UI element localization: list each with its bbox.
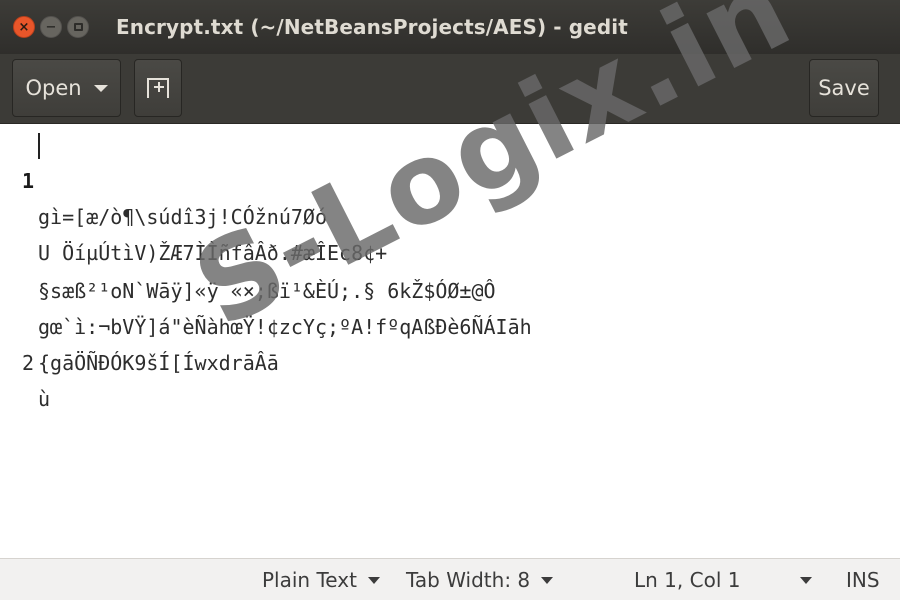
line-number: 2 [21,351,34,375]
editor-line[interactable]: {gāÖÑĐÓK9šÍ[ÍwxdrāÂā [0,273,900,375]
cursor-position: Ln 1, Col 1 [634,568,741,592]
tab-width-label: Tab Width: 8 [406,568,531,592]
editor-line[interactable]: §sæß²¹oN`Wāÿ]«ÿ «×;ßï¹&ÈÚ;.§ 6kŽ$ÓØ±@Ô [0,201,900,303]
line-text[interactable]: ù [38,381,50,417]
maximize-window-button[interactable] [67,16,89,38]
window-title: Encrypt.txt (~/NetBeansProjects/AES) - g… [116,15,628,39]
text-editor[interactable]: 1 gì=[æ/ò¶\súdî3j!CÓžnú7Øó U ÖíµÚtìV)ŽÆ7… [0,125,900,558]
text-cursor [38,133,40,159]
status-bar: Plain Text Tab Width: 8 Ln 1, Col 1 INS [0,558,900,600]
open-button-label: Open [25,76,82,100]
close-window-button[interactable]: × [13,16,35,38]
editor-line[interactable]: gœ`ì:¬bVŸ]á"èÑàhœŸ!¢zcYç;ºA!fºqAßÐè6ÑÁIā… [0,237,900,339]
editor-line[interactable]: 2 ù [0,309,900,411]
chevron-down-icon [541,576,554,584]
editor-line[interactable]: U ÖíµÚtìV)ŽÆ7ÌÌñfâÂð.#æÎEc8¢+ [0,163,900,265]
window-controls: × − [13,16,89,38]
new-document-button[interactable] [134,59,182,117]
title-bar: × − Encrypt.txt (~/NetBeansProjects/AES)… [0,0,900,54]
chevron-down-icon [93,84,108,92]
editor-line[interactable]: 1 gì=[æ/ò¶\súdî3j!CÓžnú7Øó [0,127,900,229]
maximize-icon [73,23,83,31]
language-label: Plain Text [262,568,357,592]
insert-mode-indicator[interactable]: INS [846,559,880,600]
save-button[interactable]: Save [809,59,879,117]
language-selector[interactable]: Plain Text [262,559,380,600]
minimize-icon: − [45,19,57,35]
chevron-down-icon [367,576,380,584]
open-button[interactable]: Open [12,59,121,117]
position-menu-button[interactable] [789,559,812,600]
close-icon: × [18,19,30,35]
new-tab-icon [147,78,169,98]
chevron-down-icon [800,576,812,584]
header-toolbar: Open Save [0,54,900,124]
minimize-window-button[interactable]: − [40,16,62,38]
tab-width-selector[interactable]: Tab Width: 8 [406,559,554,600]
line-text[interactable]: {gāÖÑĐÓK9šÍ[ÍwxdrāÂā [38,345,279,381]
